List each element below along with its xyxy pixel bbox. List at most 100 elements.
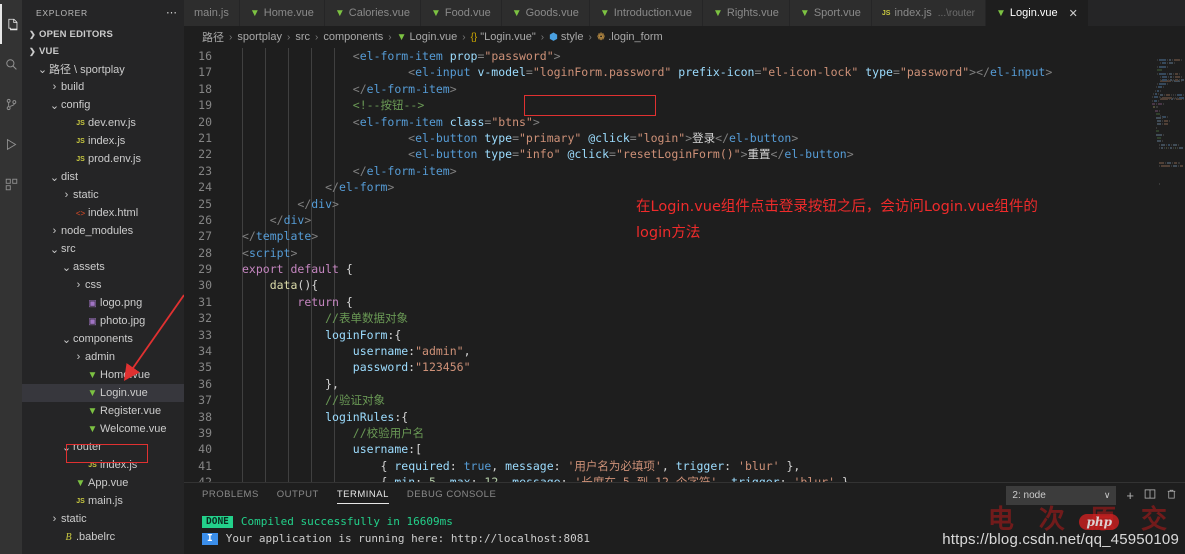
tree-item-components[interactable]: ⌄ components: [22, 330, 184, 348]
terminal-message: Compiled successfully in 16609ms: [240, 515, 453, 528]
code-line: 24 </el-form>: [184, 179, 1185, 195]
new-terminal-icon[interactable]: +: [1126, 488, 1134, 503]
tree-item-label: config: [61, 99, 91, 111]
tree-item-welcome-vue[interactable]: ▼ Welcome.vue: [22, 420, 184, 438]
tree-item-static[interactable]: › static: [22, 186, 184, 204]
code-line: 28 <script>: [184, 245, 1185, 261]
code-line: 17 <el-input v-model="loginForm.password…: [184, 64, 1185, 80]
tree-item-logo-png[interactable]: ▣ logo.png: [22, 294, 184, 312]
tree-item-assets[interactable]: ⌄ assets: [22, 258, 184, 276]
source-control-icon[interactable]: [0, 84, 22, 124]
panel-tab-terminal[interactable]: TERMINAL: [336, 489, 389, 504]
editor-tab-login-vue[interactable]: ▼ Login.vue ✕: [986, 0, 1089, 26]
js-file-icon: JS: [76, 137, 85, 145]
tree-item-router[interactable]: ⌄ router: [22, 438, 184, 456]
chevron-down-icon: ⌄: [49, 243, 60, 256]
tree-item-photo-jpg[interactable]: ▣ photo.jpg: [22, 312, 184, 330]
breadcrumb-item-0[interactable]: 路径: [202, 29, 224, 45]
tree-item-home-vue[interactable]: ▼ Home.vue: [22, 366, 184, 384]
breadcrumb-item-1[interactable]: sportplay: [237, 31, 282, 43]
panel-tab-problems[interactable]: PROBLEMS: [202, 489, 259, 504]
tree-item-index-html[interactable]: <> index.html: [22, 204, 184, 222]
vue-file-icon: ▼: [87, 423, 98, 435]
editor-tab-sport-vue[interactable]: ▼ Sport.vue: [789, 0, 872, 26]
kill-terminal-icon[interactable]: [1166, 488, 1177, 503]
editor-tab-rights-vue[interactable]: ▼ Rights.vue: [703, 0, 790, 26]
tree-item-app-vue[interactable]: ▼ App.vue: [22, 474, 184, 492]
code-line: 31 return {: [184, 294, 1185, 310]
editor-tab-index-js[interactable]: JS index.js ...\router: [871, 0, 987, 26]
editor-tab-home-vue[interactable]: ▼ Home.vue: [239, 0, 325, 26]
chevron-down-icon: ⌄: [61, 333, 72, 346]
section-vue[interactable]: ❯ VUE: [22, 43, 184, 60]
breadcrumb-item-6[interactable]: ⬢ style: [549, 31, 583, 43]
tree-item--babelrc[interactable]: B .babelrc: [22, 528, 184, 546]
breadcrumb-item-5[interactable]: {} "Login.vue": [471, 31, 536, 43]
tab-sublabel: ...\router: [937, 7, 976, 19]
tree-item-prod-env-js[interactable]: JS prod.env.js: [22, 150, 184, 168]
code-line: 19 <!--按钮-->: [184, 97, 1185, 113]
run-debug-icon[interactable]: [0, 124, 22, 164]
breadcrumb-separator-icon: ›: [229, 31, 233, 43]
tree-item-label: Home.vue: [100, 369, 151, 381]
editor-tab-calories-vue[interactable]: ▼ Calories.vue: [324, 0, 421, 26]
tab-label: Goods.vue: [525, 7, 579, 19]
tree-item-config[interactable]: ⌄ config: [22, 96, 184, 114]
tree-item-register-vue[interactable]: ▼ Register.vue: [22, 402, 184, 420]
code-text: },: [325, 376, 339, 391]
tree-item-label: 路径 \ sportplay: [49, 64, 125, 76]
panel-tab-output[interactable]: OUTPUT: [277, 489, 319, 504]
line-number: 26: [198, 212, 212, 227]
chevron-down-icon: ⌄: [37, 63, 48, 76]
editor-tab-goods-vue[interactable]: ▼ Goods.vue: [501, 0, 590, 26]
code-text: <el-form-item class="btns">: [352, 114, 540, 129]
minimap-line: [1152, 48, 1185, 61]
tree-item-index-js[interactable]: JS index.js: [22, 132, 184, 150]
tree-item-dev-env-js[interactable]: JS dev.env.js: [22, 114, 184, 132]
split-terminal-icon[interactable]: [1144, 488, 1156, 503]
editor-tab-introduction-vue[interactable]: ▼ Introduction.vue: [589, 0, 704, 26]
tree-item-main-js[interactable]: JS main.js: [22, 492, 184, 510]
tree-item-dist[interactable]: ⌄ dist: [22, 168, 184, 186]
tree-item-label: admin: [85, 351, 115, 363]
breadcrumb-item-4[interactable]: ▼ Login.vue: [397, 31, 458, 43]
more-actions-icon[interactable]: ⋯: [166, 8, 178, 19]
terminal-selector[interactable]: 2: node ∨: [1006, 486, 1117, 505]
vscode-window: EXPLORER ⋯ ❯ OPEN EDITORS ❯ VUE ⌄ 路径 \ sp…: [0, 0, 1185, 554]
code-editor[interactable]: 16 <el-form-item prop="password"> 17 <el-…: [184, 48, 1185, 482]
line-number: 16: [198, 49, 212, 63]
tree-item-admin[interactable]: › admin: [22, 348, 184, 366]
chevron-right-icon: ›: [52, 513, 57, 525]
editor-tab-main-js[interactable]: main.js: [184, 0, 240, 26]
tree-item--sportplay[interactable]: ⌄ 路径 \ sportplay: [22, 60, 184, 78]
tree-item-src[interactable]: ⌄ src: [22, 240, 184, 258]
panel-tab-debug-console[interactable]: DEBUG CONSOLE: [407, 489, 496, 504]
minimap[interactable]: [1152, 48, 1185, 482]
breadcrumb-item-2[interactable]: src: [295, 31, 310, 43]
tree-item-index-js[interactable]: JS index.js: [22, 456, 184, 474]
editor-tab-food-vue[interactable]: ▼ Food.vue: [420, 0, 502, 26]
line-number: 29: [198, 262, 212, 277]
tree-item-node-modules[interactable]: › node_modules: [22, 222, 184, 240]
breadcrumb-label: Login.vue: [409, 31, 458, 43]
explorer-icon[interactable]: [0, 4, 22, 44]
close-icon[interactable]: ✕: [1069, 7, 1078, 20]
tree-item-label: dev.env.js: [88, 117, 136, 129]
breadcrumb-label: sportplay: [237, 31, 282, 43]
tree-item-label: router: [73, 441, 102, 453]
breadcrumb-item-7[interactable]: ❁ .login_form: [597, 31, 663, 43]
section-open-editors[interactable]: ❯ OPEN EDITORS: [22, 26, 184, 43]
js-file-icon: JS: [76, 497, 85, 505]
tree-item-login-vue[interactable]: ▼ Login.vue: [22, 384, 184, 402]
breadcrumb-item-3[interactable]: components: [323, 31, 383, 43]
tree-item-build[interactable]: › build: [22, 78, 184, 96]
chevron-down-icon: ⌄: [61, 261, 72, 274]
tree-item-static[interactable]: › static: [22, 510, 184, 528]
code-text: </el-form>: [325, 180, 395, 195]
done-badge: DONE: [202, 515, 233, 528]
extensions-icon[interactable]: [0, 164, 22, 204]
minimap-line: [1152, 55, 1185, 68]
tree-item-css[interactable]: › css: [22, 276, 184, 294]
search-icon[interactable]: [0, 44, 22, 84]
code-lines: 16 <el-form-item prop="password"> 17 <el-…: [184, 48, 1185, 482]
